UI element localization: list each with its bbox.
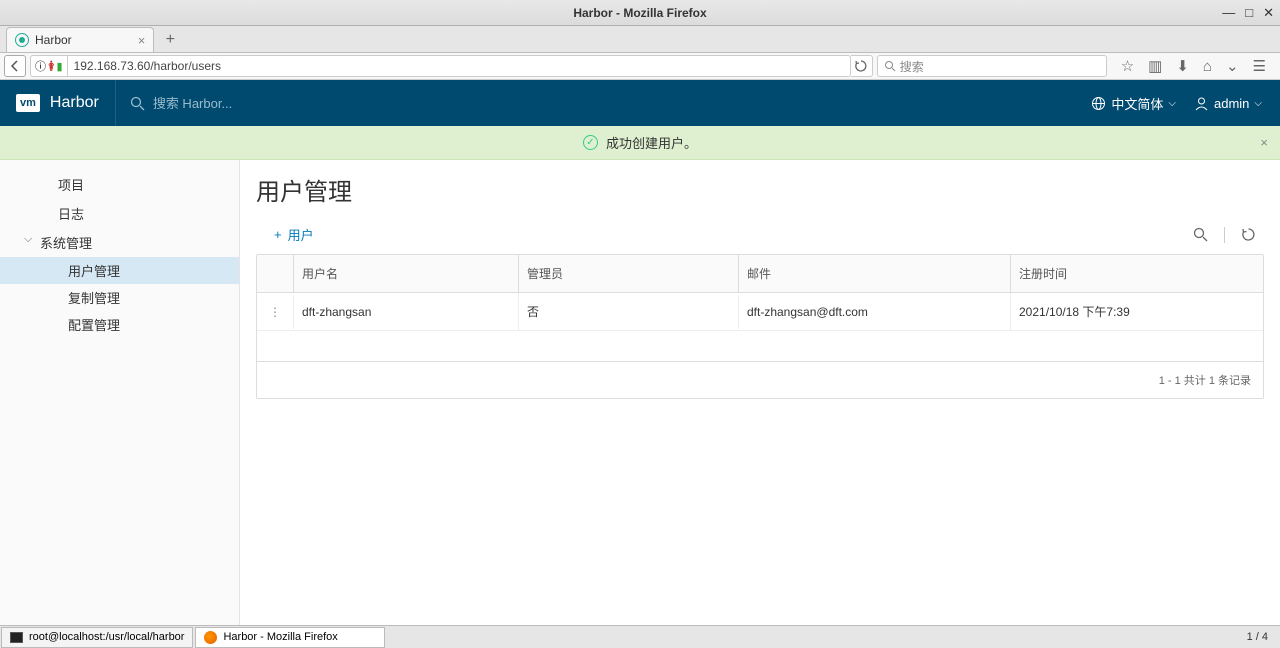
- harbor-brand: Harbor: [50, 94, 99, 112]
- success-alert: ✓ 成功创建用户。 ×: [0, 126, 1280, 160]
- add-user-button[interactable]: + 用户: [256, 225, 314, 244]
- action-bar: + 用户: [256, 225, 1264, 244]
- harbor-logo[interactable]: vm Harbor: [0, 80, 116, 126]
- harbor-favicon-icon: [15, 33, 29, 47]
- sidebar-item-users[interactable]: 用户管理: [0, 257, 239, 284]
- users-table: 用户名 管理员 邮件 注册时间 ⋮ dft-zhangsan 否 dft-zha…: [256, 254, 1264, 399]
- add-user-label: 用户: [288, 225, 314, 244]
- browser-toolbar-icons: ☆ ▥ ⬇ ⌂ ⌄ ☰: [1111, 57, 1276, 75]
- chevron-down-icon: ⌵: [1254, 98, 1262, 109]
- url-toolbar: ⓘ 🛊 ▮ 192.168.73.60/harbor/users 搜索 ☆ ▥ …: [0, 53, 1280, 80]
- sidebar-group-system[interactable]: 系统管理: [0, 228, 239, 257]
- cell-created: 2021/10/18 下午7:39: [1010, 293, 1263, 330]
- user-icon: [1194, 96, 1209, 111]
- sidebar-item-projects[interactable]: 项目: [0, 170, 239, 199]
- downloads-icon[interactable]: ⬇: [1176, 57, 1189, 75]
- minimize-icon[interactable]: —: [1222, 6, 1235, 19]
- tab-title: Harbor: [35, 33, 72, 47]
- globe-icon: [1091, 96, 1106, 111]
- url-text: 192.168.73.60/harbor/users: [74, 59, 221, 73]
- header-username[interactable]: 用户名: [293, 255, 518, 292]
- sidebar-item-logs[interactable]: 日志: [0, 199, 239, 228]
- cell-admin: 否: [518, 293, 738, 330]
- content-area: 项目 日志 系统管理 用户管理 复制管理 配置管理 用户管理 + 用户: [0, 160, 1280, 625]
- refresh-icon[interactable]: [1241, 227, 1256, 243]
- table-header: 用户名 管理员 邮件 注册时间: [257, 255, 1263, 293]
- language-selector[interactable]: 中文简体 ⌵: [1091, 94, 1176, 113]
- taskbar-terminal-label: root@localhost:/usr/local/harbor: [29, 631, 184, 643]
- header-admin[interactable]: 管理员: [518, 255, 738, 292]
- header-created[interactable]: 注册时间: [1010, 255, 1263, 292]
- url-security-indicator[interactable]: ⓘ 🛊 ▮: [30, 55, 67, 77]
- header-actions: [257, 255, 293, 292]
- library-icon[interactable]: ▥: [1148, 57, 1162, 75]
- cell-email: dft-zhangsan@dft.com: [738, 295, 1010, 329]
- workspace-indicator[interactable]: 1 / 4: [1235, 631, 1280, 643]
- os-taskbar: root@localhost:/usr/local/harbor Harbor …: [0, 625, 1280, 648]
- plus-icon: +: [274, 227, 282, 242]
- firefox-icon: [204, 631, 217, 644]
- bookmark-star-icon[interactable]: ☆: [1121, 57, 1134, 75]
- cell-username: dft-zhangsan: [293, 295, 518, 329]
- harbor-search-input[interactable]: [153, 96, 353, 111]
- terminal-icon: [10, 632, 23, 643]
- search-icon[interactable]: [1193, 227, 1208, 243]
- user-menu[interactable]: admin ⌵: [1194, 96, 1262, 111]
- user-label: admin: [1214, 96, 1249, 111]
- browser-tab-strip: Harbor × +: [0, 26, 1280, 53]
- harbor-search: [116, 96, 1074, 111]
- vmware-badge-icon: vm: [16, 94, 40, 112]
- harbor-header-right: 中文简体 ⌵ admin ⌵: [1073, 94, 1280, 113]
- search-placeholder: 搜索: [900, 58, 924, 75]
- browser-tab[interactable]: Harbor ×: [6, 27, 154, 52]
- divider: [1224, 227, 1225, 243]
- search-icon: [884, 60, 896, 72]
- back-arrow-icon: [9, 60, 21, 72]
- close-tab-icon[interactable]: ×: [138, 33, 146, 48]
- menu-icon[interactable]: ☰: [1253, 57, 1266, 75]
- sidebar-item-config[interactable]: 配置管理: [0, 311, 239, 338]
- url-bar[interactable]: 192.168.73.60/harbor/users: [67, 55, 851, 77]
- alert-message: 成功创建用户。: [606, 133, 697, 152]
- window-title: Harbor - Mozilla Firefox: [573, 6, 706, 20]
- reload-button[interactable]: [851, 55, 873, 77]
- table-row[interactable]: ⋮ dft-zhangsan 否 dft-zhangsan@dft.com 20…: [257, 293, 1263, 331]
- table-footer: 1 - 1 共计 1 条记录: [257, 361, 1263, 398]
- chevron-down-icon: ⌵: [1168, 98, 1176, 109]
- back-button[interactable]: [4, 55, 26, 77]
- home-icon[interactable]: ⌂: [1203, 58, 1212, 75]
- alert-close-icon[interactable]: ×: [1260, 135, 1268, 150]
- taskbar-terminal[interactable]: root@localhost:/usr/local/harbor: [1, 627, 193, 648]
- close-window-icon[interactable]: ✕: [1263, 6, 1274, 19]
- new-tab-button[interactable]: +: [158, 28, 182, 52]
- main-panel: 用户管理 + 用户 用户名 管理员 邮件: [240, 160, 1280, 625]
- browser-search-box[interactable]: 搜索: [877, 55, 1107, 77]
- taskbar-firefox-label: Harbor - Mozilla Firefox: [223, 631, 337, 643]
- language-label: 中文简体: [1111, 94, 1163, 113]
- window-controls: — □ ✕: [1222, 6, 1274, 19]
- search-icon: [130, 96, 145, 111]
- maximize-icon[interactable]: □: [1245, 6, 1253, 19]
- sidebar: 项目 日志 系统管理 用户管理 复制管理 配置管理: [0, 160, 240, 625]
- table-action-icons: [1193, 227, 1264, 243]
- row-actions-button[interactable]: ⋮: [257, 295, 293, 329]
- page-title: 用户管理: [256, 172, 1264, 207]
- pocket-icon[interactable]: ⌄: [1226, 57, 1239, 75]
- header-email[interactable]: 邮件: [738, 255, 1010, 292]
- taskbar-firefox[interactable]: Harbor - Mozilla Firefox: [195, 627, 385, 648]
- window-titlebar: Harbor - Mozilla Firefox — □ ✕: [0, 0, 1280, 26]
- sidebar-item-replication[interactable]: 复制管理: [0, 284, 239, 311]
- check-circle-icon: ✓: [583, 135, 598, 150]
- harbor-header: vm Harbor 中文简体 ⌵ admin ⌵: [0, 80, 1280, 126]
- reload-icon: [855, 60, 867, 72]
